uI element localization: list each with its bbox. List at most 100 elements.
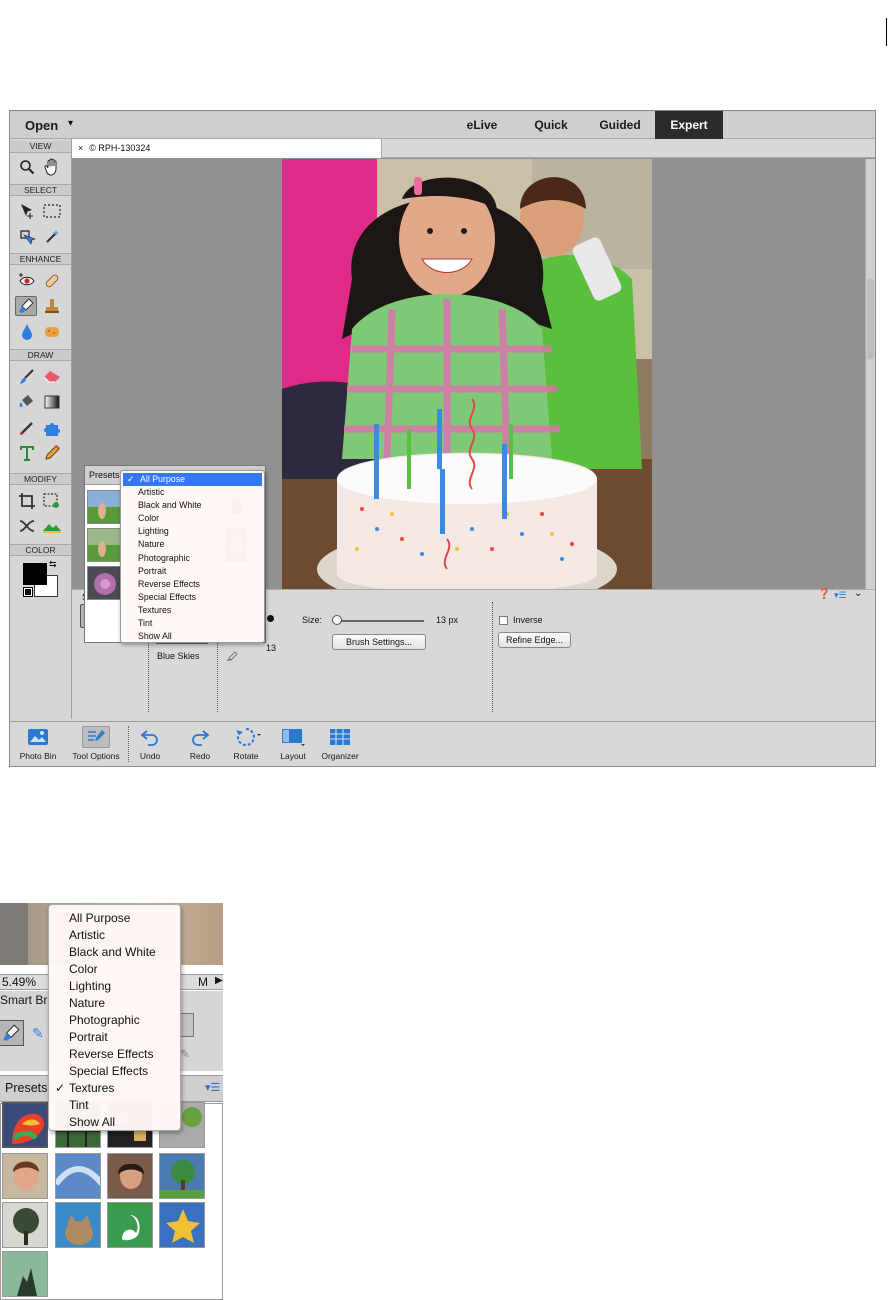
refine-edge-button[interactable]: Refine Edge... bbox=[498, 632, 571, 648]
organizer-button[interactable]: Organizer bbox=[316, 726, 364, 761]
inset-preset-thumb[interactable] bbox=[159, 1202, 205, 1248]
content-aware-move-tool[interactable] bbox=[16, 516, 38, 536]
swap-colors-icon[interactable]: ⇆ bbox=[49, 559, 57, 570]
tool-options-button[interactable]: Tool Options bbox=[68, 726, 124, 761]
inset-preset-thumb[interactable] bbox=[107, 1153, 153, 1199]
help-icon[interactable]: ❓ bbox=[818, 589, 830, 600]
mode-tab-quick[interactable]: Quick bbox=[524, 111, 578, 139]
menu-item-nature[interactable]: Nature bbox=[121, 538, 264, 551]
brush-tip-preview[interactable] bbox=[267, 615, 274, 622]
inset-preset-thumb[interactable] bbox=[159, 1153, 205, 1199]
type-tool[interactable] bbox=[16, 443, 38, 463]
inset-menu-item-tint[interactable]: Tint bbox=[49, 1097, 180, 1114]
recompose-tool[interactable] bbox=[41, 491, 63, 511]
inset-preset-thumb[interactable] bbox=[107, 1202, 153, 1248]
undo-button[interactable]: Undo bbox=[126, 726, 174, 761]
inset-detail-brush-icon[interactable]: ✎ bbox=[32, 1025, 44, 1042]
eraser-tool[interactable] bbox=[41, 367, 63, 387]
tab-close-icon[interactable]: × bbox=[78, 143, 83, 153]
lasso-tool[interactable] bbox=[16, 227, 38, 247]
move-tool[interactable] bbox=[16, 201, 38, 221]
inset-menu-item-photographic[interactable]: Photographic bbox=[49, 1012, 180, 1029]
collapse-chevron-icon[interactable]: ⌄ bbox=[854, 588, 862, 599]
default-colors-icon[interactable] bbox=[23, 587, 33, 597]
layout-button[interactable]: Layout bbox=[269, 726, 317, 761]
mode-tab-elive[interactable]: eLive bbox=[454, 111, 510, 139]
preset-thumb[interactable] bbox=[87, 490, 121, 524]
inset-preset-thumb[interactable] bbox=[2, 1251, 48, 1297]
redo-icon bbox=[192, 730, 210, 746]
preset-thumb[interactable] bbox=[87, 566, 121, 600]
size-slider[interactable] bbox=[332, 620, 424, 622]
menu-item-all-purpose[interactable]: ✓ All Purpose bbox=[123, 473, 262, 487]
menu-item-reverse-effects[interactable]: Reverse Effects bbox=[121, 578, 264, 591]
inset-menu-item-reverse-effects[interactable]: Reverse Effects bbox=[49, 1046, 180, 1063]
open-dropdown-icon[interactable]: ▾ bbox=[68, 118, 73, 129]
inset-menu-item-special-effects[interactable]: Special Effects bbox=[49, 1063, 180, 1080]
menu-item-portrait[interactable]: Portrait bbox=[121, 565, 264, 578]
brush-tool[interactable] bbox=[16, 367, 38, 387]
inset-preset-thumb[interactable] bbox=[2, 1202, 48, 1248]
rotate-button[interactable]: Rotate bbox=[222, 726, 270, 761]
spot-healing-tool[interactable] bbox=[41, 271, 63, 291]
inset-smart-brush-button[interactable] bbox=[0, 1020, 24, 1046]
menu-item-textures[interactable]: Textures bbox=[121, 604, 264, 617]
inset-preset-thumb[interactable] bbox=[2, 1102, 48, 1148]
inverse-checkbox[interactable] bbox=[499, 616, 508, 625]
inset-menu-item-color[interactable]: Color bbox=[49, 961, 180, 978]
vertical-scroll-thumb[interactable] bbox=[867, 279, 874, 359]
zoom-tool[interactable] bbox=[16, 157, 38, 177]
brush-settings-button[interactable]: Brush Settings... bbox=[332, 634, 426, 650]
custom-shape-tool[interactable] bbox=[41, 418, 63, 438]
menu-item-black-and-white[interactable]: Black and White bbox=[121, 499, 264, 512]
straighten-icon bbox=[43, 524, 61, 533]
straighten-tool[interactable] bbox=[41, 516, 63, 536]
sponge-tool[interactable] bbox=[41, 322, 63, 342]
clone-stamp-tool[interactable] bbox=[41, 296, 63, 316]
blur-tool[interactable] bbox=[16, 322, 38, 342]
paint-bucket-tool[interactable] bbox=[16, 392, 38, 412]
inset-scroll-arrow-icon[interactable]: ▶ bbox=[215, 975, 223, 986]
menu-item-lighting[interactable]: Lighting bbox=[121, 525, 264, 538]
inset-add-brush-icon[interactable]: ✎ bbox=[180, 1047, 190, 1061]
inset-preset-thumb[interactable] bbox=[55, 1202, 101, 1248]
mode-tab-expert[interactable]: Expert bbox=[655, 111, 723, 139]
inset-menu-item-nature[interactable]: Nature bbox=[49, 995, 180, 1012]
vertical-scrollbar[interactable] bbox=[865, 159, 875, 609]
quick-selection-tool[interactable] bbox=[41, 227, 63, 247]
inset-preset-thumb[interactable] bbox=[55, 1153, 101, 1199]
eyedropper-tool[interactable] bbox=[16, 418, 38, 438]
menu-item-color[interactable]: Color bbox=[121, 512, 264, 525]
document-tab[interactable]: × © RPH-130324 bbox=[72, 139, 382, 158]
hand-tool[interactable] bbox=[41, 157, 63, 177]
menu-item-artistic[interactable]: Artistic bbox=[121, 486, 264, 499]
marquee-tool[interactable] bbox=[41, 201, 63, 221]
inset-preset-thumb[interactable] bbox=[2, 1153, 48, 1199]
pencil-tool[interactable] bbox=[41, 443, 63, 463]
inset-menu-item-all-purpose[interactable]: All Purpose bbox=[49, 910, 180, 927]
inset-menu-item-black-and-white[interactable]: Black and White bbox=[49, 944, 180, 961]
inset-menu-item-show-all[interactable]: Show All bbox=[49, 1114, 180, 1131]
inset-presets-menu-icon[interactable]: ▾☰ bbox=[205, 1081, 220, 1094]
menu-item-tint[interactable]: Tint bbox=[121, 617, 264, 630]
inset-menu-item-artistic[interactable]: Artistic bbox=[49, 927, 180, 944]
menu-item-special-effects[interactable]: Special Effects bbox=[121, 591, 264, 604]
smart-brush-tool[interactable] bbox=[15, 296, 37, 316]
mode-tab-guided[interactable]: Guided bbox=[590, 111, 650, 139]
crop-tool[interactable] bbox=[16, 491, 38, 511]
photo-bin-button[interactable]: Photo Bin bbox=[14, 726, 62, 761]
redo-button[interactable]: Redo bbox=[176, 726, 224, 761]
red-eye-tool[interactable] bbox=[16, 271, 38, 291]
inset-menu-item-lighting[interactable]: Lighting bbox=[49, 978, 180, 995]
gradient-tool[interactable] bbox=[41, 392, 63, 412]
options-menu-icon[interactable]: ▾☰ bbox=[834, 590, 847, 601]
foreground-color-swatch[interactable] bbox=[23, 563, 47, 585]
inset-menu-item-textures[interactable]: ✓ Textures bbox=[49, 1080, 180, 1097]
inset-menu-item-portrait[interactable]: Portrait bbox=[49, 1029, 180, 1046]
subtract-selection-button[interactable] bbox=[223, 649, 241, 665]
size-slider-knob[interactable] bbox=[331, 615, 342, 625]
menu-item-show-all[interactable]: Show All bbox=[121, 630, 264, 643]
open-button[interactable]: Open bbox=[25, 118, 58, 133]
preset-thumb[interactable] bbox=[87, 528, 121, 562]
menu-item-photographic[interactable]: Photographic bbox=[121, 552, 264, 565]
